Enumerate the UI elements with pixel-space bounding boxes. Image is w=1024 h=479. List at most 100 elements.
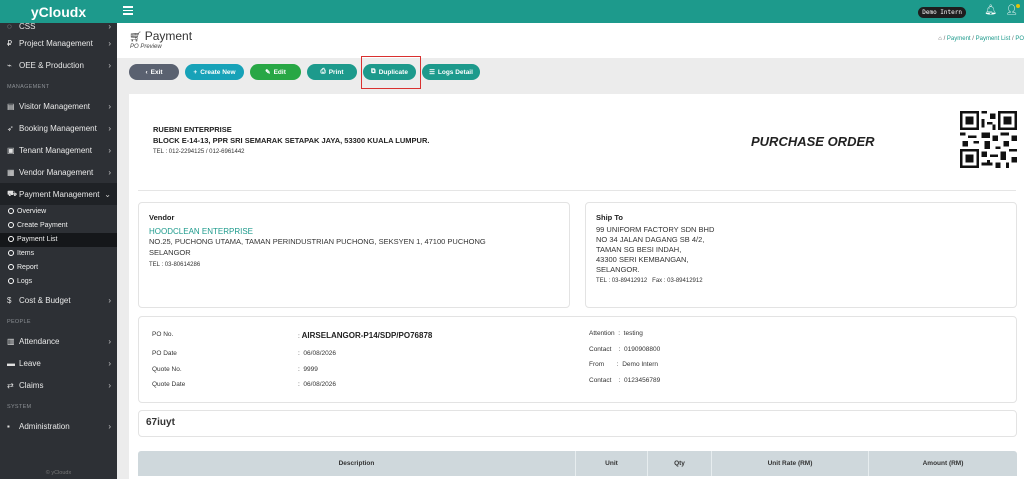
quote-date-value: : 06/08/2026 (298, 381, 336, 388)
sidebar-subitem-report[interactable]: Report (0, 261, 117, 275)
po-date-value: : 06/08/2026 (298, 350, 336, 357)
breadcrumb: ⌂ / Payment / Payment List / PO (938, 36, 1024, 42)
sidebar-item-payment-management[interactable]: ⛟ Payment Management ⌄ (0, 183, 117, 205)
sidebar-item-label: Administration (19, 421, 70, 431)
vendor-tel: TEL : 03-80614286 (149, 262, 201, 268)
logs-detail-button[interactable]: ☰ Logs Detail (422, 64, 480, 80)
sidebar-item-tenant-management[interactable]: ▣ Tenant Management › (0, 139, 117, 161)
sidebar-item-label: Visitor Management (19, 101, 90, 111)
printer-icon: ⎙ (320, 68, 326, 75)
sidebar-item-cost-budget[interactable]: $ Cost & Budget › (0, 289, 117, 311)
print-button[interactable]: ⎙ Print (307, 64, 357, 80)
sidebar-item-attendance[interactable]: ▥ Attendance › (0, 330, 117, 352)
chevron-right-icon: › (108, 123, 111, 133)
sidebar-footer: © yCloudx (45, 470, 72, 476)
menu-toggle-icon[interactable] (123, 6, 133, 15)
button-label: Edit (273, 68, 286, 76)
vendor-address-line-1: NO.25, PUCHONG UTAMA, TAMAN PERINDUSTRIA… (149, 237, 486, 246)
project-icon: ₽ (7, 38, 13, 48)
vendor-name-link[interactable]: HOODCLEAN ENTERPRISE (149, 227, 559, 236)
create-new-button[interactable]: + Create New (185, 64, 244, 80)
edit-button[interactable]: ✎ Edit (250, 64, 301, 80)
plus-icon: + (193, 68, 198, 76)
vendor-address-line-2: SELANGOR (149, 248, 191, 257)
quote-no-label: Quote No. (152, 366, 182, 373)
circle-icon (8, 222, 14, 228)
sidebar-item-css[interactable]: ◌ CSS › (0, 20, 117, 32)
page-subtitle: PO Preview (130, 44, 162, 50)
column-header-qty: Qty (648, 451, 712, 476)
sidebar-item-vendor-management[interactable]: ▦ Vendor Management › (0, 161, 117, 183)
subitem-label: Create Payment (17, 222, 68, 229)
edit-icon: ✎ (265, 69, 271, 76)
ship-to-line: SELANGOR. (596, 265, 640, 274)
ship-to-fax: Fax : 03-89412912 (652, 278, 703, 284)
sidebar-item-visitor-management[interactable]: ▤ Visitor Management › (0, 95, 117, 117)
sidebar-item-label: Attendance (19, 336, 60, 346)
section-system: SYSTEM (7, 404, 32, 410)
sidebar-item-label: Project Management (19, 38, 93, 48)
notification-dot (1016, 4, 1020, 8)
sidebar-subitem-items[interactable]: Items (0, 247, 117, 261)
briefcase-icon: ▬ (7, 358, 15, 368)
css-icon: ◌ (7, 21, 12, 31)
chevron-right-icon: › (108, 38, 111, 48)
breadcrumb-payment-list[interactable]: Payment List (976, 36, 1011, 42)
ship-to-line: 99 UNIFORM FACTORY SDN BHD (596, 225, 715, 234)
sidebar-item-leave[interactable]: ▬ Leave › (0, 352, 117, 374)
sidebar-subitem-overview[interactable]: Overview (0, 205, 117, 219)
sidebar-item-label: OEE & Production (19, 60, 84, 70)
breadcrumb-payment[interactable]: Payment (947, 36, 971, 42)
quote-no-value: : 9999 (298, 366, 318, 373)
button-label: Exit (150, 68, 163, 76)
chevron-right-icon: › (108, 60, 111, 70)
chevron-right-icon: › (108, 421, 111, 431)
building-icon: ▣ (7, 145, 15, 155)
breadcrumb-po[interactable]: PO (1015, 36, 1024, 42)
company-tel: TEL : 012-2294125 / 012-6961442 (153, 149, 245, 155)
admin-icon: ▪ (7, 421, 10, 431)
sidebar-item-label: CSS (19, 21, 36, 31)
po-no-label: PO No. (152, 331, 174, 338)
chart-icon: ⌁ (7, 60, 12, 70)
sidebar-item-administration[interactable]: ▪ Administration › (0, 415, 117, 437)
top-navbar: Demo Intern 🔔︎ 👤︎ (117, 0, 1024, 23)
quote-date-text: 06/08/2026 (303, 381, 336, 388)
section-management: MANAGEMENT (7, 84, 50, 90)
sidebar-subitem-logs[interactable]: Logs (0, 275, 117, 289)
sidebar-item-label: Leave (19, 358, 41, 368)
circle-icon (8, 264, 14, 270)
button-label: Print (328, 68, 344, 76)
attention-text: Attention : testing (589, 330, 643, 337)
sidebar-item-booking-management[interactable]: ➶ Booking Management › (0, 117, 117, 139)
home-icon[interactable]: ⌂ (938, 36, 942, 42)
sidebar-item-oee-production[interactable]: ⌁ OEE & Production › (0, 54, 117, 76)
exit-button[interactable]: ‹ Exit (129, 64, 179, 80)
sidebar-subitem-payment-list[interactable]: Payment List (0, 233, 117, 247)
qr-code (960, 111, 1017, 168)
sidebar-item-claims[interactable]: ⇄ Claims › (0, 374, 117, 396)
bell-icon[interactable]: 🔔︎ (984, 5, 997, 16)
ship-to-address: 99 UNIFORM FACTORY SDN BHD NO 34 JALAN D… (596, 225, 1006, 275)
cart-icon: 🛒︎ (129, 32, 142, 43)
chevron-right-icon: › (108, 101, 111, 111)
sidebar-subitem-create-payment[interactable]: Create Payment (0, 219, 117, 233)
sidebar-item-label: Claims (19, 380, 44, 390)
remarks-card: 67iuyt (138, 410, 1017, 437)
subitem-label: Payment List (17, 236, 58, 243)
user-badge[interactable]: Demo Intern (918, 7, 966, 18)
user-icon[interactable]: 👤︎ (1005, 4, 1020, 16)
page-header: 🛒︎ Payment PO Preview ⌂ / Payment / Payme… (117, 23, 1024, 58)
sidebar-item-label: Tenant Management (19, 145, 92, 155)
sidebar-item-project-management[interactable]: ₽ Project Management › (0, 32, 117, 54)
items-table-header: Description Unit Qty Unit Rate (RM) Amou… (138, 451, 1017, 476)
po-no-text: AIRSELANGOR-P14/SDP/PO76878 (301, 331, 433, 340)
document-heading: PURCHASE ORDER (751, 134, 875, 149)
vendor-icon: ▦ (7, 167, 15, 177)
button-label: Logs Detail (437, 68, 473, 76)
sidebar-item-label: Vendor Management (19, 167, 94, 177)
sidebar-item-label: Payment Management (19, 189, 100, 199)
po-date-label: PO Date (152, 350, 177, 357)
clipboard-icon: ▥ (7, 336, 15, 346)
column-header-description: Description (138, 451, 576, 476)
